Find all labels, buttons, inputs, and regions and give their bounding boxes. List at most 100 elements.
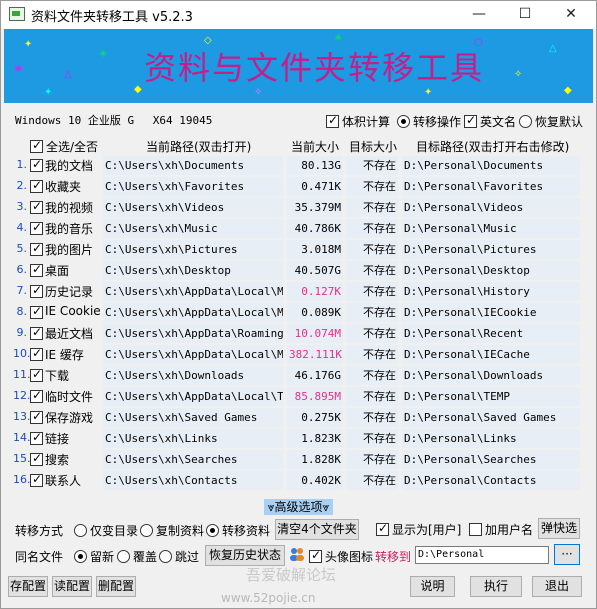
exit-button[interactable]: 退出 bbox=[532, 576, 582, 597]
target-path-cell[interactable]: D:\Personal\Music bbox=[402, 219, 580, 238]
target-path-cell[interactable]: D:\Personal\Contacts bbox=[402, 471, 580, 490]
row-checkbox[interactable] bbox=[30, 430, 43, 445]
help-button[interactable]: 说明 bbox=[410, 576, 455, 597]
current-path-cell[interactable]: C:\Users\xh\AppData\Roaming\Mi bbox=[103, 324, 283, 343]
row-checkbox[interactable] bbox=[30, 367, 43, 382]
row-checkbox[interactable] bbox=[30, 283, 43, 298]
row-checkbox[interactable] bbox=[30, 262, 43, 277]
folder-row[interactable]: 2. 收藏夹 C:\Users\xh\Favorites0.471K不存在D:\Pe… bbox=[1, 176, 596, 197]
restore-history-button[interactable]: 恢复历史状态 bbox=[205, 545, 285, 566]
row-checkbox[interactable] bbox=[30, 220, 43, 235]
only-dir-radio[interactable]: 仅变目录 bbox=[74, 522, 138, 539]
target-path-cell[interactable]: D:\Personal\Saved Games bbox=[402, 408, 580, 427]
current-path-cell[interactable]: C:\Users\xh\Pictures bbox=[103, 240, 283, 259]
target-path-cell[interactable]: D:\Personal\Links bbox=[402, 429, 580, 448]
target-path-cell[interactable]: D:\Personal\Downloads bbox=[402, 366, 580, 385]
current-path-cell[interactable]: C:\Users\xh\Links bbox=[103, 429, 283, 448]
target-path-cell[interactable]: D:\Personal\TEMP bbox=[402, 387, 580, 406]
run-button[interactable]: 执行 bbox=[470, 576, 522, 597]
skip-radio[interactable]: 跳过 bbox=[159, 548, 199, 565]
folder-row[interactable]: 5. 我的图片 C:\Users\xh\Pictures3.018M不存在D:\Pe… bbox=[1, 239, 596, 260]
folder-row[interactable]: 10. IE 缓存 C:\Users\xh\AppData\Local\Micr38… bbox=[1, 344, 596, 365]
current-path-cell[interactable]: C:\Users\xh\Contacts bbox=[103, 471, 283, 490]
row-checkbox[interactable] bbox=[30, 304, 43, 319]
radio-icon bbox=[117, 550, 130, 563]
folder-name: 联系人 bbox=[45, 474, 82, 488]
folder-row[interactable]: 6. 桌面 C:\Users\xh\Desktop40.507G不存在D:\Pers… bbox=[1, 260, 596, 281]
overwrite-radio[interactable]: 覆盖 bbox=[117, 548, 157, 565]
folder-row[interactable]: 4. 我的音乐 C:\Users\xh\Music40.786K不存在D:\Pers… bbox=[1, 218, 596, 239]
folder-row[interactable]: 9. 最近文档 C:\Users\xh\AppData\Roaming\Mi10.0… bbox=[1, 323, 596, 344]
keep-new-radio[interactable]: 留新 bbox=[74, 548, 114, 565]
row-checkbox[interactable] bbox=[30, 157, 43, 172]
close-button[interactable]: ✕ bbox=[548, 1, 594, 29]
minimize-button[interactable]: — bbox=[456, 1, 502, 29]
row-checkbox[interactable] bbox=[30, 325, 43, 340]
target-path-cell[interactable]: D:\Personal\Documents bbox=[402, 156, 580, 175]
current-path-cell[interactable]: C:\Users\xh\AppData\Local\Micr bbox=[103, 282, 283, 301]
folder-row[interactable]: 1. 我的文档 C:\Users\xh\Documents80.13G不存在D:\P… bbox=[1, 155, 596, 176]
maximize-button[interactable]: ☐ bbox=[502, 1, 548, 29]
target-path-cell[interactable]: D:\Personal\IECookie bbox=[402, 303, 580, 322]
clear-folders-button[interactable]: 清空4个文件夹 bbox=[275, 519, 359, 540]
row-checkbox[interactable] bbox=[30, 241, 43, 256]
current-path-cell[interactable]: C:\Users\xh\Downloads bbox=[103, 366, 283, 385]
copy-radio[interactable]: 复制资料 bbox=[140, 522, 204, 539]
current-path-cell[interactable]: C:\Users\xh\Favorites bbox=[103, 177, 283, 196]
volume-calc-checkbox[interactable]: 体积计算 bbox=[326, 113, 390, 130]
folder-row[interactable]: 13. 保存游戏 C:\Users\xh\Saved Games0.275K不存在D… bbox=[1, 407, 596, 428]
select-all-checkbox[interactable]: 全选/全否 bbox=[30, 138, 98, 155]
row-checkbox[interactable] bbox=[30, 472, 43, 487]
target-path-cell[interactable]: D:\Personal\Searches bbox=[402, 450, 580, 469]
avatar-icon-checkbox[interactable]: 头像图标 bbox=[309, 548, 373, 565]
target-path-cell[interactable]: D:\Personal\IECache bbox=[402, 345, 580, 364]
folder-row[interactable]: 3. 我的视频 C:\Users\xh\Videos35.379M不存在D:\Per… bbox=[1, 197, 596, 218]
folder-row[interactable]: 8. IE CookieC:\Users\xh\AppData\Local\Mic… bbox=[1, 302, 596, 323]
row-checkbox[interactable] bbox=[30, 409, 43, 424]
target-path-cell[interactable]: D:\Personal\Desktop bbox=[402, 261, 580, 280]
add-username-checkbox[interactable]: 加用户名 bbox=[469, 521, 533, 538]
target-path-cell[interactable]: D:\Personal\Videos bbox=[402, 198, 580, 217]
popup-select-button[interactable]: 弹快选 bbox=[538, 518, 580, 539]
folder-row[interactable]: 14. 链接 C:\Users\xh\Links1.823K不存在D:\Person… bbox=[1, 428, 596, 449]
row-checkbox[interactable] bbox=[30, 178, 43, 193]
advanced-options-toggle[interactable]: ⩔高级选项⩔ bbox=[1, 498, 596, 515]
folder-row[interactable]: 16. 联系人 C:\Users\xh\Contacts0.402K不存在D:\Pe… bbox=[1, 470, 596, 491]
browse-button[interactable]: ··· bbox=[554, 544, 580, 565]
current-path-cell[interactable]: C:\Users\xh\AppData\Local\Micr bbox=[103, 345, 283, 364]
target-path-cell[interactable]: D:\Personal\Favorites bbox=[402, 177, 580, 196]
row-checkbox[interactable] bbox=[30, 346, 43, 361]
target-path-cell[interactable]: D:\Personal\History bbox=[402, 282, 580, 301]
folder-row[interactable]: 15. 搜索 C:\Users\xh\Searches1.828K不存在D:\Per… bbox=[1, 449, 596, 470]
folder-row[interactable]: 12. 临时文件 C:\Users\xh\AppData\Local\Temp85.… bbox=[1, 386, 596, 407]
restore-default-radio[interactable]: 恢复默认 bbox=[519, 113, 583, 130]
move-radio[interactable]: 转移资料 bbox=[206, 522, 270, 539]
current-path-cell[interactable]: C:\Users\xh\Desktop bbox=[103, 261, 283, 280]
transfer-op-radio[interactable]: 转移操作 bbox=[397, 113, 461, 130]
current-path-cell[interactable]: C:\Users\xh\AppData\Local\Temp bbox=[103, 387, 283, 406]
users-icon[interactable] bbox=[289, 546, 305, 562]
current-path-cell[interactable]: C:\Users\xh\Videos bbox=[103, 198, 283, 217]
target-path-cell[interactable]: D:\Personal\Pictures bbox=[402, 240, 580, 259]
show-user-checkbox[interactable]: 显示为[用户] bbox=[376, 521, 461, 538]
folder-row[interactable]: 7. 历史记录 C:\Users\xh\AppData\Local\Micr0.12… bbox=[1, 281, 596, 302]
target-path-input[interactable]: D:\Personal bbox=[415, 546, 549, 564]
current-path-cell[interactable]: C:\Users\xh\Searches bbox=[103, 450, 283, 469]
english-name-checkbox[interactable]: 英文名 bbox=[464, 113, 516, 130]
row-checkbox[interactable] bbox=[30, 451, 43, 466]
folder-row[interactable]: 11. 下载 C:\Users\xh\Downloads46.176G不存在D:\P… bbox=[1, 365, 596, 386]
delete-config-button[interactable]: 删配置 bbox=[96, 576, 136, 597]
row-checkbox[interactable] bbox=[30, 388, 43, 403]
radio-icon bbox=[519, 115, 532, 128]
select-all-label: 全选/全否 bbox=[46, 140, 99, 154]
read-config-button[interactable]: 读配置 bbox=[52, 576, 92, 597]
title-bar[interactable]: 资料文件夹转移工具 v5.2.3 — ☐ ✕ bbox=[1, 1, 596, 29]
current-path-cell[interactable]: C:\Users\xh\Music bbox=[103, 219, 283, 238]
current-path-cell[interactable]: C:\Users\xh\Saved Games bbox=[103, 408, 283, 427]
save-config-button[interactable]: 存配置 bbox=[8, 576, 48, 597]
row-checkbox[interactable] bbox=[30, 199, 43, 214]
current-path-cell[interactable]: C:\Users\xh\Documents bbox=[103, 156, 283, 175]
current-path-cell[interactable]: C:\Users\xh\AppData\Local\Micr bbox=[103, 303, 283, 322]
folder-name: 我的文档 bbox=[45, 159, 94, 173]
target-path-cell[interactable]: D:\Personal\Recent bbox=[402, 324, 580, 343]
